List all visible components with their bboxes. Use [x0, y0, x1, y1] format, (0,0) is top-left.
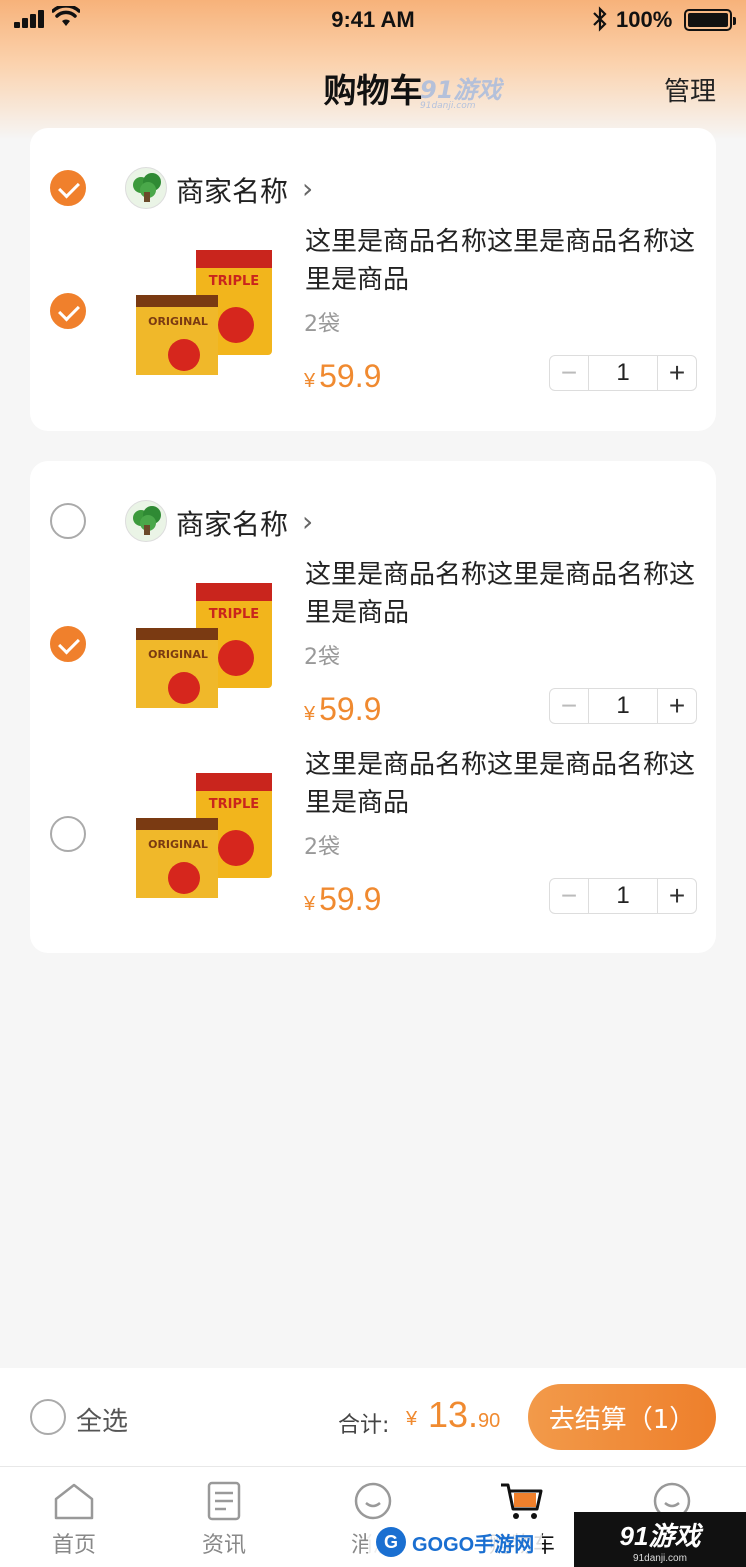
minus-icon[interactable]: − — [550, 689, 588, 723]
item-checkbox[interactable] — [50, 293, 86, 329]
item-checkbox[interactable] — [50, 626, 86, 662]
battery-percent: 100% — [616, 7, 673, 32]
quantity-value[interactable]: 1 — [588, 879, 658, 913]
shop-logo — [125, 500, 167, 542]
watermark-corner-brand: 91游戏 — [619, 1521, 701, 1551]
tab-label: 资讯 — [201, 1533, 246, 1558]
product-image: TRIPLE ORIGINAL — [136, 773, 272, 898]
svg-text:TRIPLE: TRIPLE — [209, 607, 259, 622]
svg-text:TRIPLE: TRIPLE — [209, 797, 259, 812]
manage-button[interactable]: 管理 — [664, 71, 716, 108]
quantity-value[interactable]: 1 — [588, 356, 658, 390]
watermark-corner: 91游戏 91danji.com — [574, 1512, 746, 1567]
product-spec: 2袋 — [304, 312, 340, 337]
tab-news[interactable]: 资讯 — [174, 1481, 274, 1559]
shop-logo — [125, 167, 167, 209]
product-title[interactable]: 这里是商品名称这里是商品名称这里是商品 — [305, 746, 705, 822]
checkout-button[interactable]: 去结算（1） — [528, 1384, 716, 1450]
watermark-91: 91游戏 91danji.com — [420, 70, 501, 111]
select-all-checkbox[interactable] — [30, 1399, 66, 1435]
minus-icon[interactable]: − — [550, 879, 588, 913]
quantity-stepper: − 1 + — [549, 355, 697, 391]
plus-icon[interactable]: + — [658, 879, 696, 913]
home-icon — [54, 1483, 94, 1520]
product-image: TRIPLE ORIGINAL — [136, 250, 272, 375]
plus-icon[interactable]: + — [658, 689, 696, 723]
watermark-brand: 91游戏 — [420, 76, 502, 104]
plus-icon[interactable]: + — [658, 356, 696, 390]
shop-name[interactable]: 商家名称 — [176, 170, 288, 210]
shop-checkbox[interactable] — [50, 170, 86, 206]
chevron-right-icon: › — [302, 172, 314, 205]
svg-text:ORIGINAL: ORIGINAL — [148, 315, 208, 328]
svg-text:ORIGINAL: ORIGINAL — [148, 648, 208, 661]
watermark-corner-url: 91danji.com — [633, 1553, 687, 1564]
price-currency: ¥ — [304, 893, 316, 915]
product-price: ¥59.9 — [304, 358, 381, 395]
item-checkbox[interactable] — [50, 816, 86, 852]
total-amount: 13. — [428, 1394, 479, 1435]
quantity-stepper: − 1 + — [549, 878, 697, 914]
shop-checkbox[interactable] — [50, 503, 86, 539]
price-currency: ¥ — [304, 370, 316, 392]
page-title: 购物车 — [323, 71, 423, 110]
message-icon — [354, 1482, 392, 1520]
battery-icon — [684, 9, 736, 31]
minus-icon[interactable]: − — [550, 356, 588, 390]
product-spec: 2袋 — [304, 835, 340, 860]
select-all-label[interactable]: 全选 — [76, 1401, 128, 1438]
watermark-gogo: G GOGO手游网 — [368, 1520, 543, 1564]
status-bar: 9:41 AM 100% — [0, 0, 746, 40]
bluetooth-icon — [593, 6, 607, 32]
product-spec: 2袋 — [304, 645, 340, 670]
tab-home[interactable]: 首页 — [24, 1481, 124, 1559]
quantity-value[interactable]: 1 — [588, 689, 658, 723]
product-title[interactable]: 这里是商品名称这里是商品名称这里是商品 — [305, 223, 705, 299]
price-currency: ¥ — [304, 703, 316, 725]
chevron-right-icon: › — [302, 505, 314, 538]
shop-name[interactable]: 商家名称 — [176, 503, 288, 543]
watermark-gogo-text: GOGO手游网 — [412, 1533, 535, 1556]
total-amount-decimal: 90 — [478, 1410, 501, 1432]
tab-label: 首页 — [51, 1533, 96, 1558]
product-image: TRIPLE ORIGINAL — [136, 583, 272, 708]
price-value: 59.9 — [319, 358, 382, 394]
shop-card: 商家名称 › TRIPLE ORIGINAL 这里是商品名称这里是商品名称这里是… — [30, 461, 716, 953]
price-value: 59.9 — [319, 881, 382, 917]
total-label: 合计: — [338, 1413, 390, 1438]
cart-icon — [501, 1483, 543, 1519]
product-price: ¥59.9 — [304, 691, 381, 728]
product-title[interactable]: 这里是商品名称这里是商品名称这里是商品 — [305, 556, 705, 632]
news-icon — [207, 1481, 241, 1521]
quantity-stepper: − 1 + — [549, 688, 697, 724]
product-price: ¥59.9 — [304, 881, 381, 918]
svg-text:TRIPLE: TRIPLE — [209, 274, 259, 289]
shop-card: 商家名称 › TRIPLE ORIGINAL 这里是商品名称这里是商品名称这里是… — [30, 128, 716, 431]
gogo-logo-icon: G — [376, 1527, 406, 1557]
checkout-bar: 全选 合计: ¥ 13. 90 去结算（1） — [0, 1368, 746, 1466]
total-currency: ¥ — [406, 1408, 418, 1430]
svg-text:ORIGINAL: ORIGINAL — [148, 838, 208, 851]
price-value: 59.9 — [319, 691, 382, 727]
